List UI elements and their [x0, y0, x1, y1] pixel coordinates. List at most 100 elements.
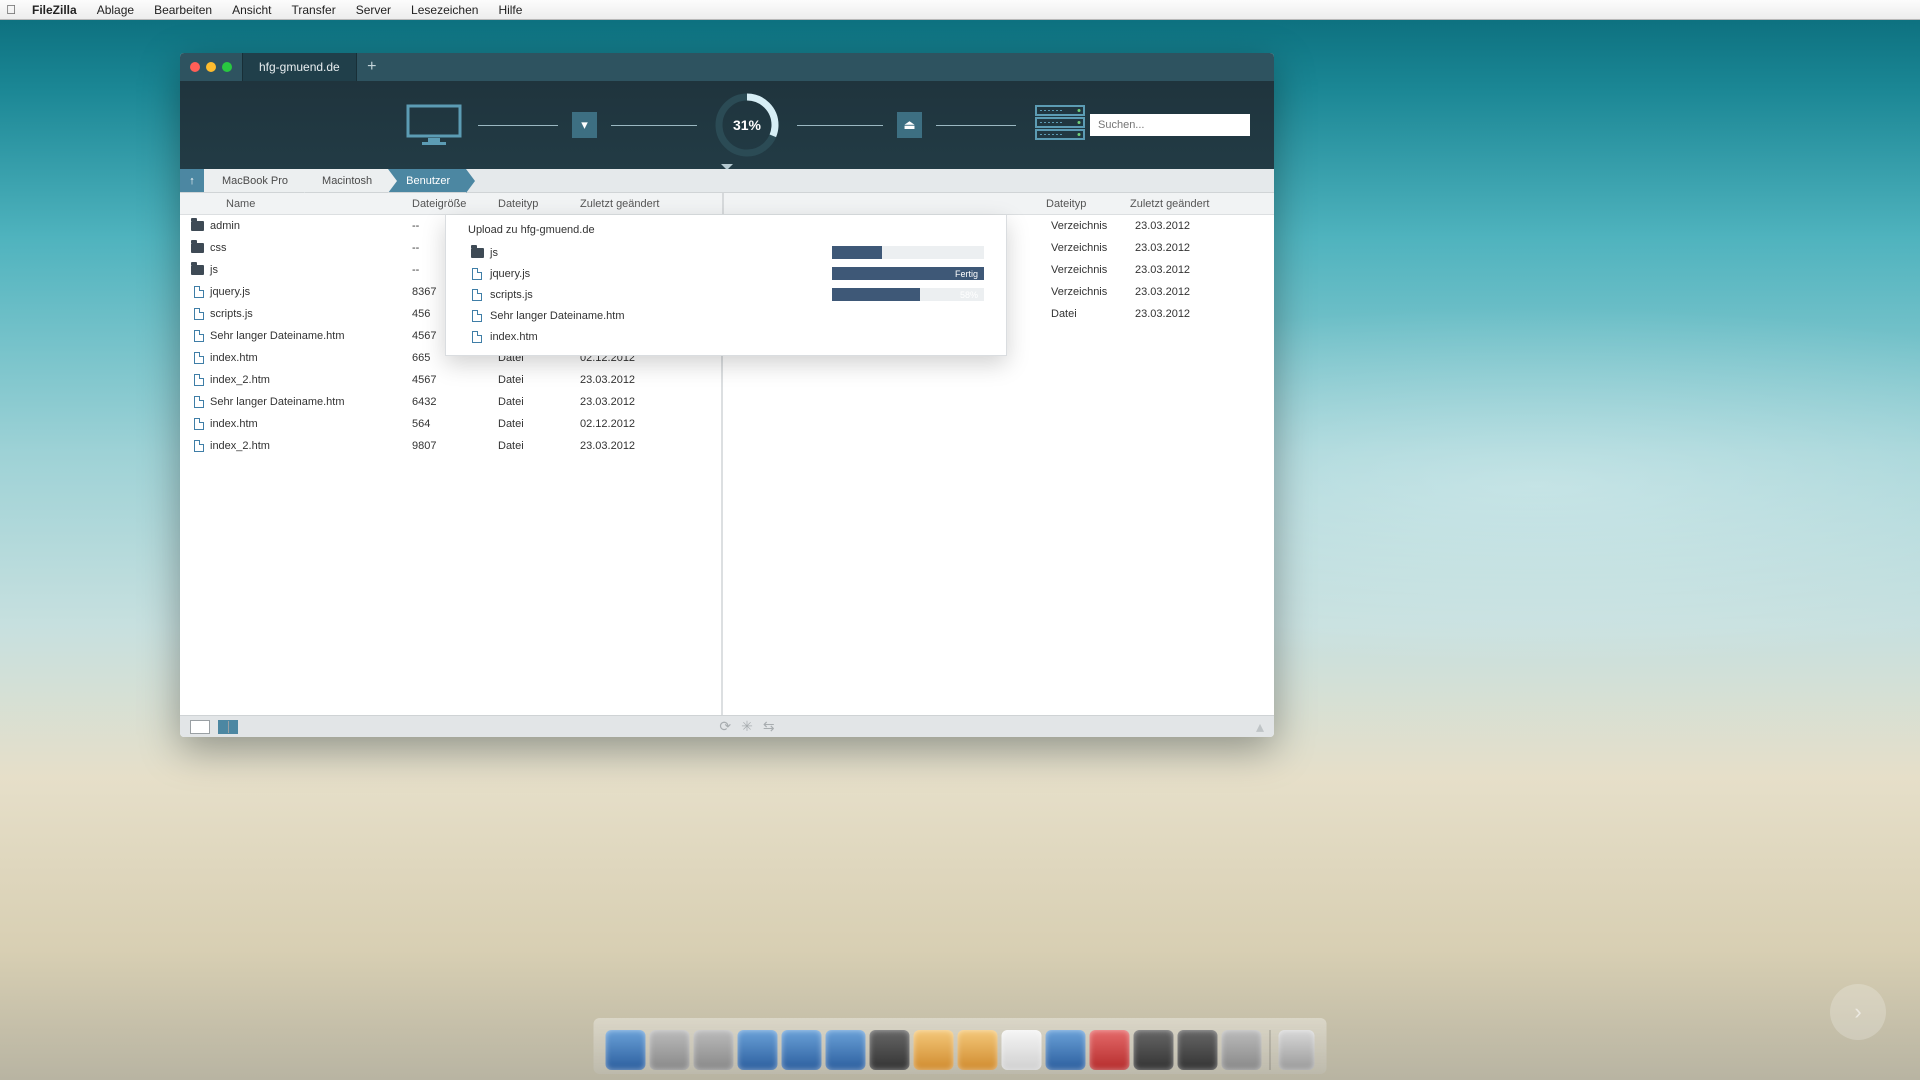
breadcrumb-item[interactable]: MacBook Pro — [204, 169, 304, 192]
breadcrumb-item-active[interactable]: Benutzer — [388, 169, 466, 192]
folder-icon — [180, 265, 210, 275]
dock-calendar-icon[interactable] — [1002, 1030, 1042, 1070]
dock-blank-icon[interactable] — [1222, 1030, 1262, 1070]
filter-button[interactable]: ▾ — [572, 112, 597, 138]
file-icon — [468, 331, 486, 343]
file-icon — [180, 308, 210, 320]
file-icon — [468, 310, 486, 322]
file-name: admin — [210, 220, 412, 232]
file-icon — [180, 286, 210, 298]
arrow-up-icon: ↑ — [189, 175, 195, 187]
breadcrumb: ↑ MacBook Pro Macintosh Benutzer — [180, 169, 1274, 193]
file-icon — [180, 396, 210, 408]
go-up-button[interactable]: ↑ — [180, 169, 204, 192]
breadcrumb-item[interactable]: Macintosh — [304, 169, 388, 192]
search-input[interactable] — [1090, 114, 1250, 136]
file-name: css — [210, 242, 412, 254]
view-split-button[interactable] — [218, 720, 238, 734]
expand-status-icon[interactable]: ▴ — [1256, 717, 1264, 737]
col-modified-remote[interactable]: Zuletzt geändert — [1130, 198, 1274, 210]
file-name: index.htm — [210, 352, 412, 364]
dock-trash-icon[interactable] — [1279, 1030, 1315, 1070]
status-bar: ⟳ ✳ ⇆ ▴ — [180, 715, 1274, 737]
menubar-item[interactable]: Transfer — [281, 3, 345, 17]
menubar-item[interactable]: Lesezeichen — [401, 3, 488, 17]
dock-contacts-icon[interactable] — [914, 1030, 954, 1070]
upload-progress-bar — [832, 246, 882, 259]
dock-launchpad-icon[interactable] — [650, 1030, 690, 1070]
upload-direction-button[interactable]: ⏏ — [897, 112, 922, 138]
dock-safari-icon[interactable] — [826, 1030, 866, 1070]
dock-movies-icon[interactable] — [1090, 1030, 1130, 1070]
col-type[interactable]: Dateityp — [498, 198, 580, 210]
transfer-line — [478, 125, 558, 126]
upload-progress-track — [832, 246, 984, 259]
transfer-line — [797, 125, 883, 126]
upload-progress-label: 58% — [960, 288, 978, 301]
dock-missioncontrol-icon[interactable] — [694, 1030, 734, 1070]
app-window: hfg-gmuend.de + ▾ 31% ⏏ — [180, 53, 1274, 737]
transfer-line — [611, 125, 697, 126]
upload-item-name: jquery.js — [486, 268, 832, 280]
zoom-button[interactable] — [222, 62, 232, 72]
minimize-button[interactable] — [206, 62, 216, 72]
dock-itunes-icon[interactable] — [1046, 1030, 1086, 1070]
file-type: Verzeichnis — [1051, 242, 1135, 254]
dock-mail-icon[interactable] — [782, 1030, 822, 1070]
dock-settings1-icon[interactable] — [1134, 1030, 1174, 1070]
overall-progress-gauge: 31% — [711, 89, 783, 161]
menubar-item[interactable]: Bearbeiten — [144, 3, 222, 17]
new-tab-button[interactable]: + — [357, 53, 387, 81]
refresh-icon[interactable]: ⟳ — [719, 718, 731, 735]
eject-icon: ⏏ — [903, 117, 915, 133]
menubar-item[interactable]: Hilfe — [488, 3, 532, 17]
file-row[interactable]: index_2.htm4567Datei23.03.2012 — [180, 369, 721, 391]
menubar-app[interactable]: FileZilla — [22, 3, 87, 17]
file-row[interactable]: index_2.htm9807Datei23.03.2012 — [180, 435, 721, 457]
file-row[interactable]: Sehr langer Dateiname.htm6432Datei23.03.… — [180, 391, 721, 413]
col-modified[interactable]: Zuletzt geändert — [580, 198, 722, 210]
dock-settings2-icon[interactable] — [1178, 1030, 1218, 1070]
file-modified: 23.03.2012 — [1135, 264, 1274, 276]
upload-popover: Upload zu hfg-gmuend.de jsjquery.jsFerti… — [445, 215, 1007, 356]
view-single-button[interactable] — [190, 720, 210, 734]
file-modified: 23.03.2012 — [580, 374, 721, 386]
swap-icon[interactable]: ⇆ — [763, 718, 775, 735]
dock-clock-icon[interactable] — [870, 1030, 910, 1070]
upload-item: jquery.js Fertig — [446, 263, 1006, 284]
close-button[interactable] — [190, 62, 200, 72]
sync-icon[interactable]: ✳ — [741, 718, 753, 735]
file-size: 9807 — [412, 440, 498, 452]
menubar-item[interactable]: Server — [346, 3, 401, 17]
dock-finder-icon[interactable] — [606, 1030, 646, 1070]
dock-appstore-icon[interactable] — [738, 1030, 778, 1070]
menubar-item[interactable]: Ansicht — [222, 3, 281, 17]
col-type-remote[interactable]: Dateityp — [1046, 198, 1130, 210]
file-type: Datei — [498, 374, 580, 386]
file-row[interactable]: index.htm564Datei02.12.2012 — [180, 413, 721, 435]
file-name: index_2.htm — [210, 374, 412, 386]
upload-progress-track: Fertig — [832, 267, 984, 280]
pane-divider[interactable] — [722, 193, 724, 214]
remote-server-icon — [1030, 104, 1090, 146]
file-type: Verzeichnis — [1051, 264, 1135, 276]
expand-header-icon[interactable] — [721, 164, 733, 170]
file-size: 4567 — [412, 374, 498, 386]
upload-item: index.htm — [446, 326, 1006, 347]
file-name: scripts.js — [210, 308, 412, 320]
file-type: Verzeichnis — [1051, 286, 1135, 298]
upload-progress-bar — [832, 288, 920, 301]
file-icon — [180, 330, 210, 342]
col-name[interactable]: Name — [180, 198, 412, 210]
mac-menubar:  FileZilla Ablage Bearbeiten Ansicht Tr… — [0, 0, 1920, 20]
next-hint-button[interactable]: › — [1830, 984, 1886, 1040]
file-modified: 23.03.2012 — [1135, 220, 1274, 232]
transfer-line — [936, 125, 1016, 126]
upload-progress-label: Fertig — [955, 267, 978, 280]
tabs-bar: hfg-gmuend.de + — [180, 53, 1274, 81]
dock-addressbook-icon[interactable] — [958, 1030, 998, 1070]
tab-active[interactable]: hfg-gmuend.de — [242, 53, 357, 81]
menubar-item[interactable]: Ablage — [87, 3, 144, 17]
col-size[interactable]: Dateigröße — [412, 198, 498, 210]
apple-icon[interactable]:  — [0, 2, 22, 17]
